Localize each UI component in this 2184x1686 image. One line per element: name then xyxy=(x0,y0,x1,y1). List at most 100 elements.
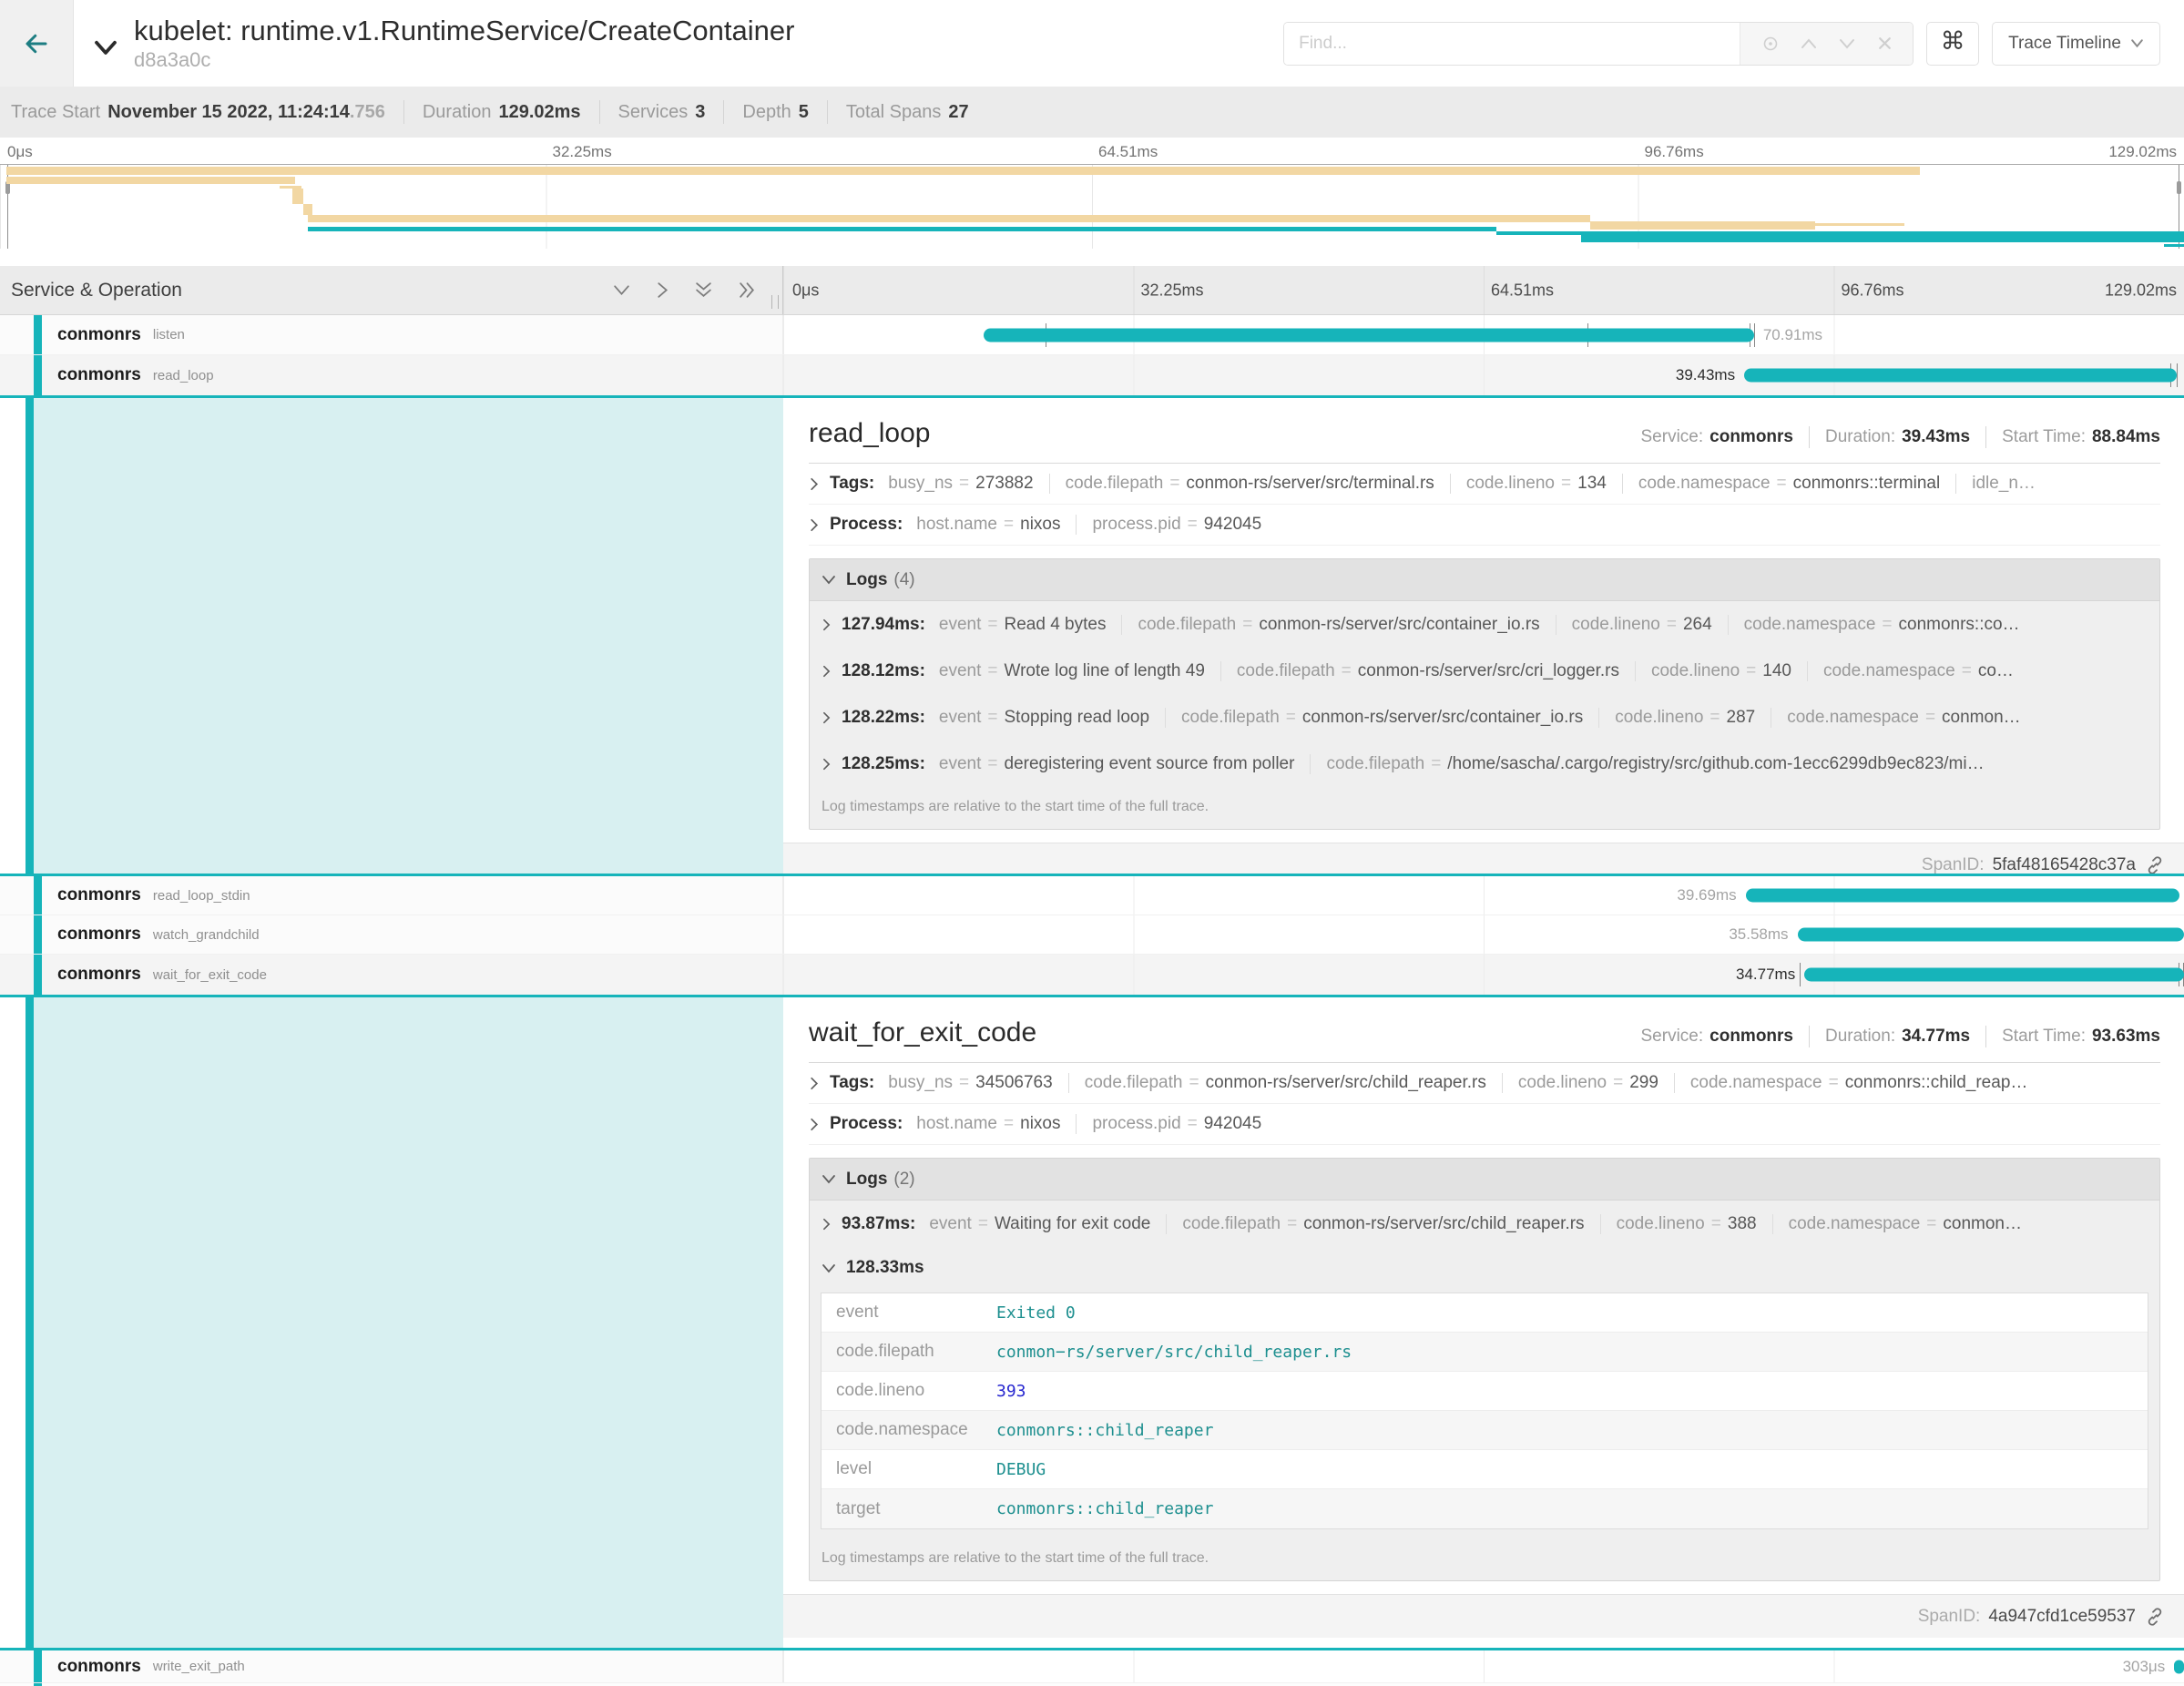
column-resizer-handle[interactable] xyxy=(771,295,779,309)
field-key: code.filepath xyxy=(822,1342,996,1362)
span-timeline-cell[interactable]: 39.69ms xyxy=(783,876,2184,915)
span-row-watch-grandchild[interactable]: conmonrs watch_grandchild 35.58ms xyxy=(0,915,2184,955)
span-boundary-tick xyxy=(1754,323,1755,347)
start-time-label: Start Time: xyxy=(2002,427,2086,447)
logs-count: (4) xyxy=(893,570,914,590)
span-timeline-cell[interactable]: 35.58ms xyxy=(783,915,2184,954)
span-bar[interactable] xyxy=(1804,968,2184,982)
process-accordion[interactable]: Process: host.name=nixosprocess.pid=9420… xyxy=(809,505,2160,546)
logs-accordion: Logs (4) 127.94ms: event=Read 4 bytescod… xyxy=(809,558,2160,830)
span-detail-wait-for-exit-code: wait_for_exit_code Service:conmonrs Dura… xyxy=(0,995,2184,1650)
span-timeline-cell[interactable]: 303μs xyxy=(783,1650,2184,1682)
find-controls xyxy=(1740,23,1913,65)
log-timestamp: 128.25ms: xyxy=(842,754,925,774)
span-bar[interactable] xyxy=(984,328,1754,342)
log-row[interactable]: 128.25ms: event=deregistering event sour… xyxy=(810,741,2159,787)
divider xyxy=(599,100,600,124)
services-label: Services xyxy=(618,102,689,123)
trace-view-selector[interactable]: Trace Timeline xyxy=(1992,22,2160,66)
span-row-wait-for-exit-code[interactable]: conmonrs wait_for_exit_code 34.77ms xyxy=(0,955,2184,995)
span-detail-body: wait_for_exit_code Service:conmonrs Dura… xyxy=(783,997,2184,1648)
tags-accordion[interactable]: Tags: busy_ns=34506763code.filepath=conm… xyxy=(809,1063,2160,1104)
logs-header[interactable]: Logs (4) xyxy=(810,559,2159,601)
log-fields-table: event Exited 0 code.filepath conmon−rs/s… xyxy=(821,1293,2148,1529)
span-name-cell[interactable]: conmonrs listen xyxy=(0,315,783,354)
detail-gutter-fill xyxy=(34,398,783,874)
logs-footer-note: Log timestamps are relative to the start… xyxy=(810,787,2159,829)
span-id-row: SpanID: 4a947cfd1ce59537 xyxy=(783,1594,2184,1638)
chevron-right-icon xyxy=(809,1076,820,1091)
span-row-read-loop-stdin[interactable]: conmonrs read_loop_stdin 39.69ms xyxy=(0,876,2184,915)
find-prev-icon[interactable] xyxy=(1800,37,1818,50)
find-box xyxy=(1283,22,1914,66)
start-time-value: 93.63ms xyxy=(2092,1027,2160,1047)
collapse-trace-chevron[interactable] xyxy=(92,36,119,60)
service-name: conmonrs xyxy=(57,965,141,985)
minimap-canvas[interactable] xyxy=(0,164,2184,249)
field-value: DEBUG xyxy=(996,1460,1046,1479)
kv-pair: code.namespace=conmon… xyxy=(1771,708,2020,728)
trace-id: d8a3a0c xyxy=(134,48,1283,72)
span-name-cell[interactable]: conmonrs write_exit_path xyxy=(0,1650,783,1682)
chevron-down-icon xyxy=(822,575,836,585)
log-row-expanded[interactable]: 128.33ms xyxy=(810,1247,2159,1289)
match-case-icon[interactable] xyxy=(1761,35,1780,53)
span-name-cell[interactable]: conmonrs read_loop xyxy=(0,355,783,395)
spacer xyxy=(0,249,2184,266)
collapse-one-icon[interactable] xyxy=(612,283,631,297)
tags-pairs: busy_ns=273882code.filepath=conmon-rs/se… xyxy=(888,474,2036,494)
clear-find-icon[interactable] xyxy=(1877,36,1893,51)
span-name-cell[interactable]: conmonrs read_loop_stdin xyxy=(0,876,783,915)
copy-link-icon[interactable] xyxy=(2144,1606,2166,1628)
log-row[interactable]: 127.94ms: event=Read 4 bytescode.filepat… xyxy=(810,601,2159,648)
find-input[interactable] xyxy=(1284,23,1740,65)
span-duration-label: 70.91ms xyxy=(1763,326,1822,344)
kv-pair: code.lineno=134 xyxy=(1450,474,1607,494)
span-bar[interactable] xyxy=(1746,889,2180,903)
divider xyxy=(723,100,724,124)
service-operation-title: Service & Operation xyxy=(11,280,182,301)
span-bar[interactable] xyxy=(1744,369,2177,383)
keyboard-shortcuts-button[interactable]: ⌘ xyxy=(1926,22,1979,66)
tags-label: Tags: xyxy=(830,1073,874,1093)
span-timeline-cell[interactable]: 70.91ms xyxy=(783,315,2184,354)
span-row-read-loop[interactable]: conmonrs read_loop 39.43ms xyxy=(0,355,2184,395)
log-row[interactable]: 93.87ms: event=Waiting for exit codecode… xyxy=(810,1201,2159,1247)
table-row: event Exited 0 xyxy=(822,1293,2148,1333)
log-timestamp: 93.87ms: xyxy=(842,1214,915,1234)
span-timeline-cell[interactable]: 39.43ms xyxy=(783,355,2184,395)
collapse-all-icon[interactable] xyxy=(694,281,713,300)
log-timestamp: 128.33ms xyxy=(846,1258,924,1278)
log-pairs: event=Read 4 bytescode.filepath=conmon-r… xyxy=(939,615,2020,635)
tags-accordion[interactable]: Tags: busy_ns=273882code.filepath=conmon… xyxy=(809,464,2160,505)
process-accordion[interactable]: Process: host.name=nixosprocess.pid=9420… xyxy=(809,1104,2160,1145)
span-row-listen[interactable]: conmonrs listen 70.91ms xyxy=(0,315,2184,355)
log-row[interactable]: 128.22ms: event=Stopping read loopcode.f… xyxy=(810,694,2159,741)
span-bar[interactable] xyxy=(1798,928,2184,942)
span-title: read_loop xyxy=(809,418,930,449)
span-bar[interactable] xyxy=(2174,1660,2184,1673)
service-label: Service: xyxy=(1641,1027,1704,1047)
minimap-tick-labels: 0μs 32.25ms 64.51ms 96.76ms 129.02ms xyxy=(0,138,2184,164)
trace-start-value: November 15 2022, 11:24:14.756 xyxy=(107,102,385,123)
kv-pair: code.filepath=conmon-rs/server/src/cri_l… xyxy=(1220,661,1619,681)
duration-value: 129.02ms xyxy=(498,102,580,123)
span-name-cell[interactable]: conmonrs watch_grandchild xyxy=(0,915,783,954)
find-next-icon[interactable] xyxy=(1838,37,1856,50)
span-row-write-exit-path[interactable]: conmonrs write_exit_path 303μs xyxy=(0,1650,2184,1683)
chevron-down-icon xyxy=(822,1263,836,1273)
back-button[interactable] xyxy=(0,0,74,87)
process-label: Process: xyxy=(830,515,903,535)
span-id-row: SpanID: 5faf48165428c37a xyxy=(783,843,2184,874)
chevron-down-icon xyxy=(822,1174,836,1184)
service-name: conmonrs xyxy=(57,325,141,345)
logs-header[interactable]: Logs (2) xyxy=(810,1159,2159,1201)
process-pairs: host.name=nixosprocess.pid=942045 xyxy=(916,1114,1261,1134)
span-timeline-cell[interactable]: 34.77ms xyxy=(783,955,2184,995)
expand-all-icon[interactable] xyxy=(738,281,757,300)
log-row[interactable]: 128.12ms: event=Wrote log line of length… xyxy=(810,648,2159,694)
span-name-cell[interactable]: conmonrs wait_for_exit_code xyxy=(0,955,783,995)
expand-one-icon[interactable] xyxy=(656,281,669,300)
span-detail-gutter xyxy=(0,997,783,1648)
copy-link-icon[interactable] xyxy=(2144,854,2166,874)
